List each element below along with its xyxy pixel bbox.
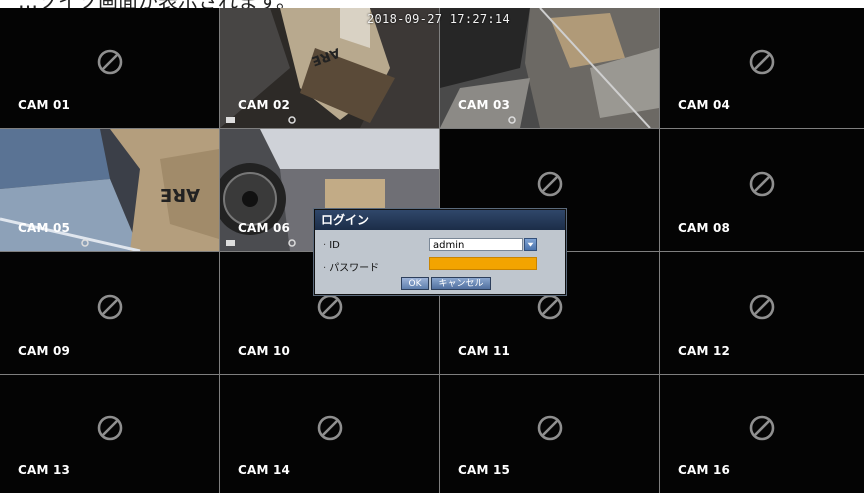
camera-label: CAM 11 bbox=[458, 344, 511, 358]
camera-tile-01[interactable]: CAM 01 bbox=[0, 8, 219, 128]
camera-label: CAM 01 bbox=[18, 98, 71, 112]
camera-label: CAM 02 bbox=[238, 98, 291, 112]
cancel-button[interactable]: キャンセル bbox=[431, 277, 491, 290]
password-row: · パスワード bbox=[323, 259, 379, 274]
no-signal-icon bbox=[749, 294, 775, 320]
status-icons bbox=[508, 116, 516, 124]
status-icons bbox=[81, 239, 89, 247]
camera-label: CAM 04 bbox=[678, 98, 731, 112]
id-label: ID bbox=[329, 240, 340, 251]
dialog-title: ログイン bbox=[315, 210, 565, 230]
ok-button[interactable]: OK bbox=[401, 277, 429, 290]
camera-tile-04[interactable]: CAM 04 bbox=[660, 8, 864, 128]
camera-label: CAM 12 bbox=[678, 344, 731, 358]
status-icons bbox=[226, 239, 296, 247]
camera-label: CAM 09 bbox=[18, 344, 71, 358]
no-signal-icon bbox=[97, 415, 122, 441]
camera-label: CAM 03 bbox=[458, 98, 511, 112]
password-field[interactable] bbox=[429, 257, 537, 270]
camera-label: CAM 05 bbox=[18, 221, 71, 235]
no-signal-icon bbox=[749, 171, 775, 197]
login-dialog: ログイン · ID admin · パスワード OK キャンセル bbox=[314, 209, 566, 295]
datetime-overlay: 2018-09-27 17:27:14 bbox=[367, 12, 510, 26]
id-row: · ID bbox=[323, 240, 340, 251]
camera-tile-12[interactable]: CAM 12 bbox=[660, 252, 864, 374]
bullet-icon: · bbox=[323, 263, 327, 274]
camera-label: CAM 08 bbox=[678, 221, 731, 235]
camera-label: CAM 14 bbox=[238, 463, 291, 477]
no-signal-icon bbox=[749, 415, 775, 441]
no-signal-icon bbox=[537, 415, 562, 441]
status-icons bbox=[226, 116, 296, 124]
no-signal-icon bbox=[97, 294, 122, 320]
camera-tile-16[interactable]: CAM 16 bbox=[660, 375, 864, 493]
camera-label: CAM 15 bbox=[458, 463, 511, 477]
password-label: パスワード bbox=[329, 263, 380, 274]
camera-tile-03[interactable]: CAM 03 bbox=[440, 8, 659, 128]
no-signal-icon bbox=[317, 294, 342, 320]
no-signal-icon bbox=[97, 49, 122, 75]
camera-tile-15[interactable]: CAM 15 bbox=[440, 375, 659, 493]
camera-tile-14[interactable]: CAM 14 bbox=[220, 375, 439, 493]
svg-text:ARE: ARE bbox=[160, 184, 200, 205]
no-signal-icon bbox=[749, 49, 775, 75]
bullet-icon: · bbox=[323, 240, 327, 251]
camera-tile-13[interactable]: CAM 13 bbox=[0, 375, 219, 493]
camera-tile-02[interactable]: ARE CAM 02 bbox=[220, 8, 439, 128]
camera-label: CAM 10 bbox=[238, 344, 291, 358]
camera-tile-09[interactable]: CAM 09 bbox=[0, 252, 219, 374]
chevron-down-icon[interactable] bbox=[524, 238, 537, 251]
camera-tile-05[interactable]: ARE CAM 05 bbox=[0, 129, 219, 251]
camera-label: CAM 13 bbox=[18, 463, 71, 477]
no-signal-icon bbox=[317, 415, 342, 441]
camera-tile-08[interactable]: CAM 08 bbox=[660, 129, 864, 251]
id-select[interactable]: admin bbox=[429, 238, 523, 251]
no-signal-icon bbox=[537, 294, 562, 320]
no-signal-icon bbox=[537, 171, 562, 197]
camera-label: CAM 16 bbox=[678, 463, 731, 477]
camera-label: CAM 06 bbox=[238, 221, 291, 235]
